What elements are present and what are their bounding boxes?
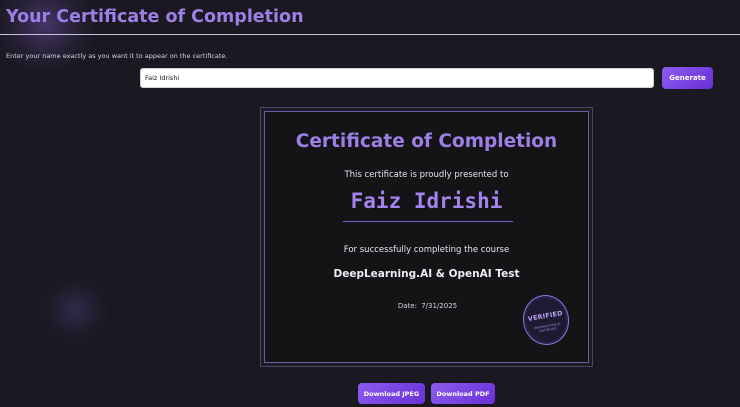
certificate-heading: Certificate of Completion	[295, 131, 558, 152]
generate-button[interactable]: Generate	[662, 67, 713, 89]
title-divider	[0, 34, 740, 35]
certificate-preview: Certificate of Completion This certifica…	[260, 107, 593, 367]
certificate-date-value: 7/31/2025	[421, 302, 458, 310]
certificate-course-name: DeepLearning.AI & OpenAI Test	[333, 268, 520, 280]
download-jpeg-button[interactable]: Download JPEG	[358, 383, 425, 404]
page-title: Your Certificate of Completion	[6, 7, 304, 27]
certificate-course-intro: For successfully completing the course	[343, 245, 510, 255]
certificate-date-label: Date:	[397, 302, 417, 310]
background-glow	[40, 275, 110, 345]
certificate-presented-text: This certificate is proudly presented to	[344, 170, 509, 180]
name-input[interactable]	[140, 68, 654, 88]
verified-seal-icon: VERIFIED deeplearning.ai certificate	[519, 291, 573, 349]
certificate-recipient-name: Faiz Idrishi	[350, 189, 503, 213]
certificate-border: Certificate of Completion This certifica…	[264, 111, 589, 363]
name-underline	[343, 221, 513, 222]
download-pdf-button[interactable]: Download PDF	[431, 383, 495, 404]
name-instructions: Enter your name exactly as you want it t…	[6, 52, 228, 60]
